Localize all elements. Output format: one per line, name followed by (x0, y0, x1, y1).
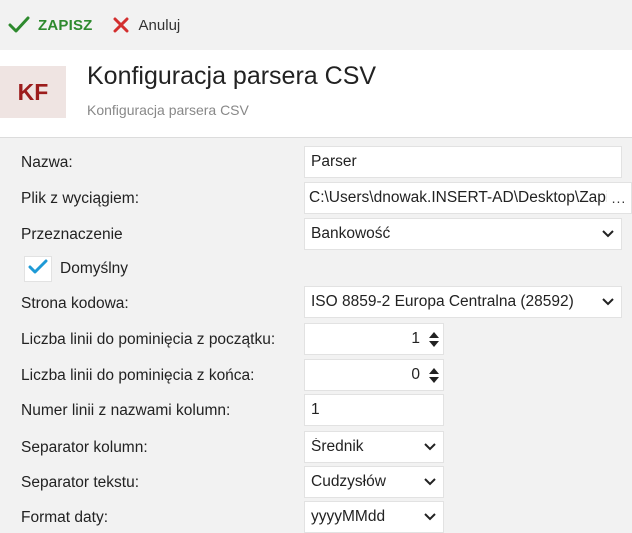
stepper-up-icon[interactable] (429, 367, 439, 374)
default-label: Domyślny (60, 260, 129, 277)
save-button[interactable]: ZAPISZ (8, 10, 93, 40)
stepper-down-icon[interactable] (429, 340, 439, 347)
name-value: Parser (311, 153, 357, 170)
code-page-label: Strona kodowa: (21, 295, 129, 312)
statement-file-value: C:\Users\dnowak.INSERT-AD\Desktop\Zapisa… (309, 189, 607, 206)
code-page-select[interactable]: ISO 8859-2 Europa Centralna (28592) (304, 286, 622, 318)
cancel-button[interactable]: Anuluj (113, 10, 181, 40)
text-separator-value: Cudzysłów (311, 473, 386, 490)
chevron-down-icon[interactable] (417, 443, 443, 451)
stepper-up-icon[interactable] (429, 331, 439, 338)
default-checkbox[interactable] (24, 256, 52, 282)
stepper-down-icon[interactable] (429, 376, 439, 383)
cancel-label: Anuluj (138, 16, 181, 34)
column-separator-select[interactable]: Średnik (304, 431, 444, 463)
spinner (425, 367, 443, 383)
skip-end-label: Liczba linii do pominięcia z końca: (21, 367, 255, 384)
statement-file-field[interactable]: C:\Users\dnowak.INSERT-AD\Desktop\Zapisa… (304, 182, 632, 214)
date-format-select[interactable]: yyyyMMdd (304, 501, 444, 533)
text-separator-label: Separator tekstu: (21, 474, 140, 491)
chevron-down-icon[interactable] (417, 513, 443, 521)
date-format-label: Format daty: (21, 509, 108, 526)
skip-end-stepper[interactable]: 0 (304, 359, 444, 391)
page-title: Konfiguracja parsera CSV (87, 62, 377, 90)
statement-file-label: Plik z wyciągiem: (21, 190, 139, 207)
text-separator-select[interactable]: Cudzysłów (304, 466, 444, 498)
checkmark-icon (28, 259, 48, 280)
column-separator-value: Średnik (311, 438, 364, 455)
column-separator-label: Separator kolumn: (21, 439, 148, 456)
close-icon (113, 17, 129, 33)
page-subtitle: Konfiguracja parsera CSV (87, 102, 249, 118)
header-line-field[interactable]: 1 (304, 394, 444, 426)
spinner (425, 331, 443, 347)
purpose-select[interactable]: Bankowość (304, 218, 622, 250)
skip-end-value: 0 (411, 366, 420, 383)
save-label: ZAPISZ (38, 16, 93, 34)
purpose-label: Przeznaczenie (21, 226, 123, 243)
chevron-down-icon[interactable] (417, 478, 443, 486)
date-format-value: yyyyMMdd (311, 508, 386, 525)
avatar: KF (0, 66, 66, 118)
code-page-value: ISO 8859-2 Europa Centralna (28592) (311, 293, 574, 310)
header-line-value: 1 (311, 401, 320, 418)
chevron-down-icon[interactable] (595, 298, 621, 306)
browse-button[interactable]: ... (607, 190, 631, 206)
skip-start-value: 1 (411, 330, 420, 347)
name-field[interactable]: Parser (304, 146, 622, 178)
config-form: Nazwa: Parser Plik z wyciągiem: C:\Users… (0, 138, 632, 533)
skip-start-label: Liczba linii do pominięcia z początku: (21, 331, 276, 348)
page-header: KF Konfiguracja parsera CSV Konfiguracja… (0, 50, 632, 138)
skip-start-stepper[interactable]: 1 (304, 323, 444, 355)
name-label: Nazwa: (21, 154, 73, 171)
purpose-value: Bankowość (311, 225, 391, 242)
checkmark-icon (8, 16, 30, 34)
toolbar: ZAPISZ Anuluj (0, 0, 632, 50)
header-line-label: Numer linii z nazwami kolumn: (21, 402, 231, 419)
chevron-down-icon[interactable] (595, 230, 621, 238)
default-checkbox-row[interactable]: Domyślny (24, 256, 128, 282)
